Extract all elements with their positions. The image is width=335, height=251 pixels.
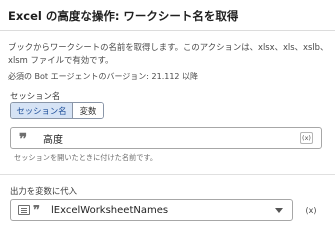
action-description: ブックからワークシートの名前を取得します。このアクションは、xlsx、xls、x… bbox=[8, 42, 329, 65]
insert-variable-button[interactable]: (x) bbox=[300, 203, 322, 217]
chevron-down-icon[interactable] bbox=[275, 208, 283, 213]
output-variable-label: 出力を変数に代入 bbox=[10, 186, 77, 196]
list-icon bbox=[18, 205, 30, 215]
session-name-input[interactable]: ❞ 高度 (x) bbox=[10, 127, 322, 149]
section-divider bbox=[0, 174, 335, 175]
required-version: 必須の Bot エージェントのバージョン: 21.112 以降 bbox=[8, 72, 199, 81]
toggle-session-name-button[interactable]: セッション名 bbox=[11, 103, 73, 118]
insert-variable-icon[interactable]: (x) bbox=[300, 132, 313, 144]
output-variable-select[interactable]: ❞ lExcelWorksheetNames bbox=[10, 199, 293, 221]
session-name-label: セッション名 bbox=[10, 91, 61, 101]
quote-icon: ❞ bbox=[19, 132, 28, 144]
session-name-hint: セッションを開いたときに付けた名前です。 bbox=[14, 153, 158, 162]
session-name-value[interactable]: 高度 bbox=[43, 131, 63, 146]
output-variable-value: lExcelWorksheetNames bbox=[51, 204, 169, 216]
title-divider bbox=[0, 30, 335, 31]
page-title: Excel の高度な操作: ワークシート名を取得 bbox=[8, 9, 239, 23]
action-properties-panel: Excel の高度な操作: ワークシート名を取得 ブックからワークシートの名前を… bbox=[0, 0, 335, 251]
quote-icon: ❞ bbox=[33, 204, 40, 216]
toggle-variable-button[interactable]: 変数 bbox=[73, 103, 103, 118]
session-source-toggle: セッション名 変数 bbox=[10, 102, 104, 119]
